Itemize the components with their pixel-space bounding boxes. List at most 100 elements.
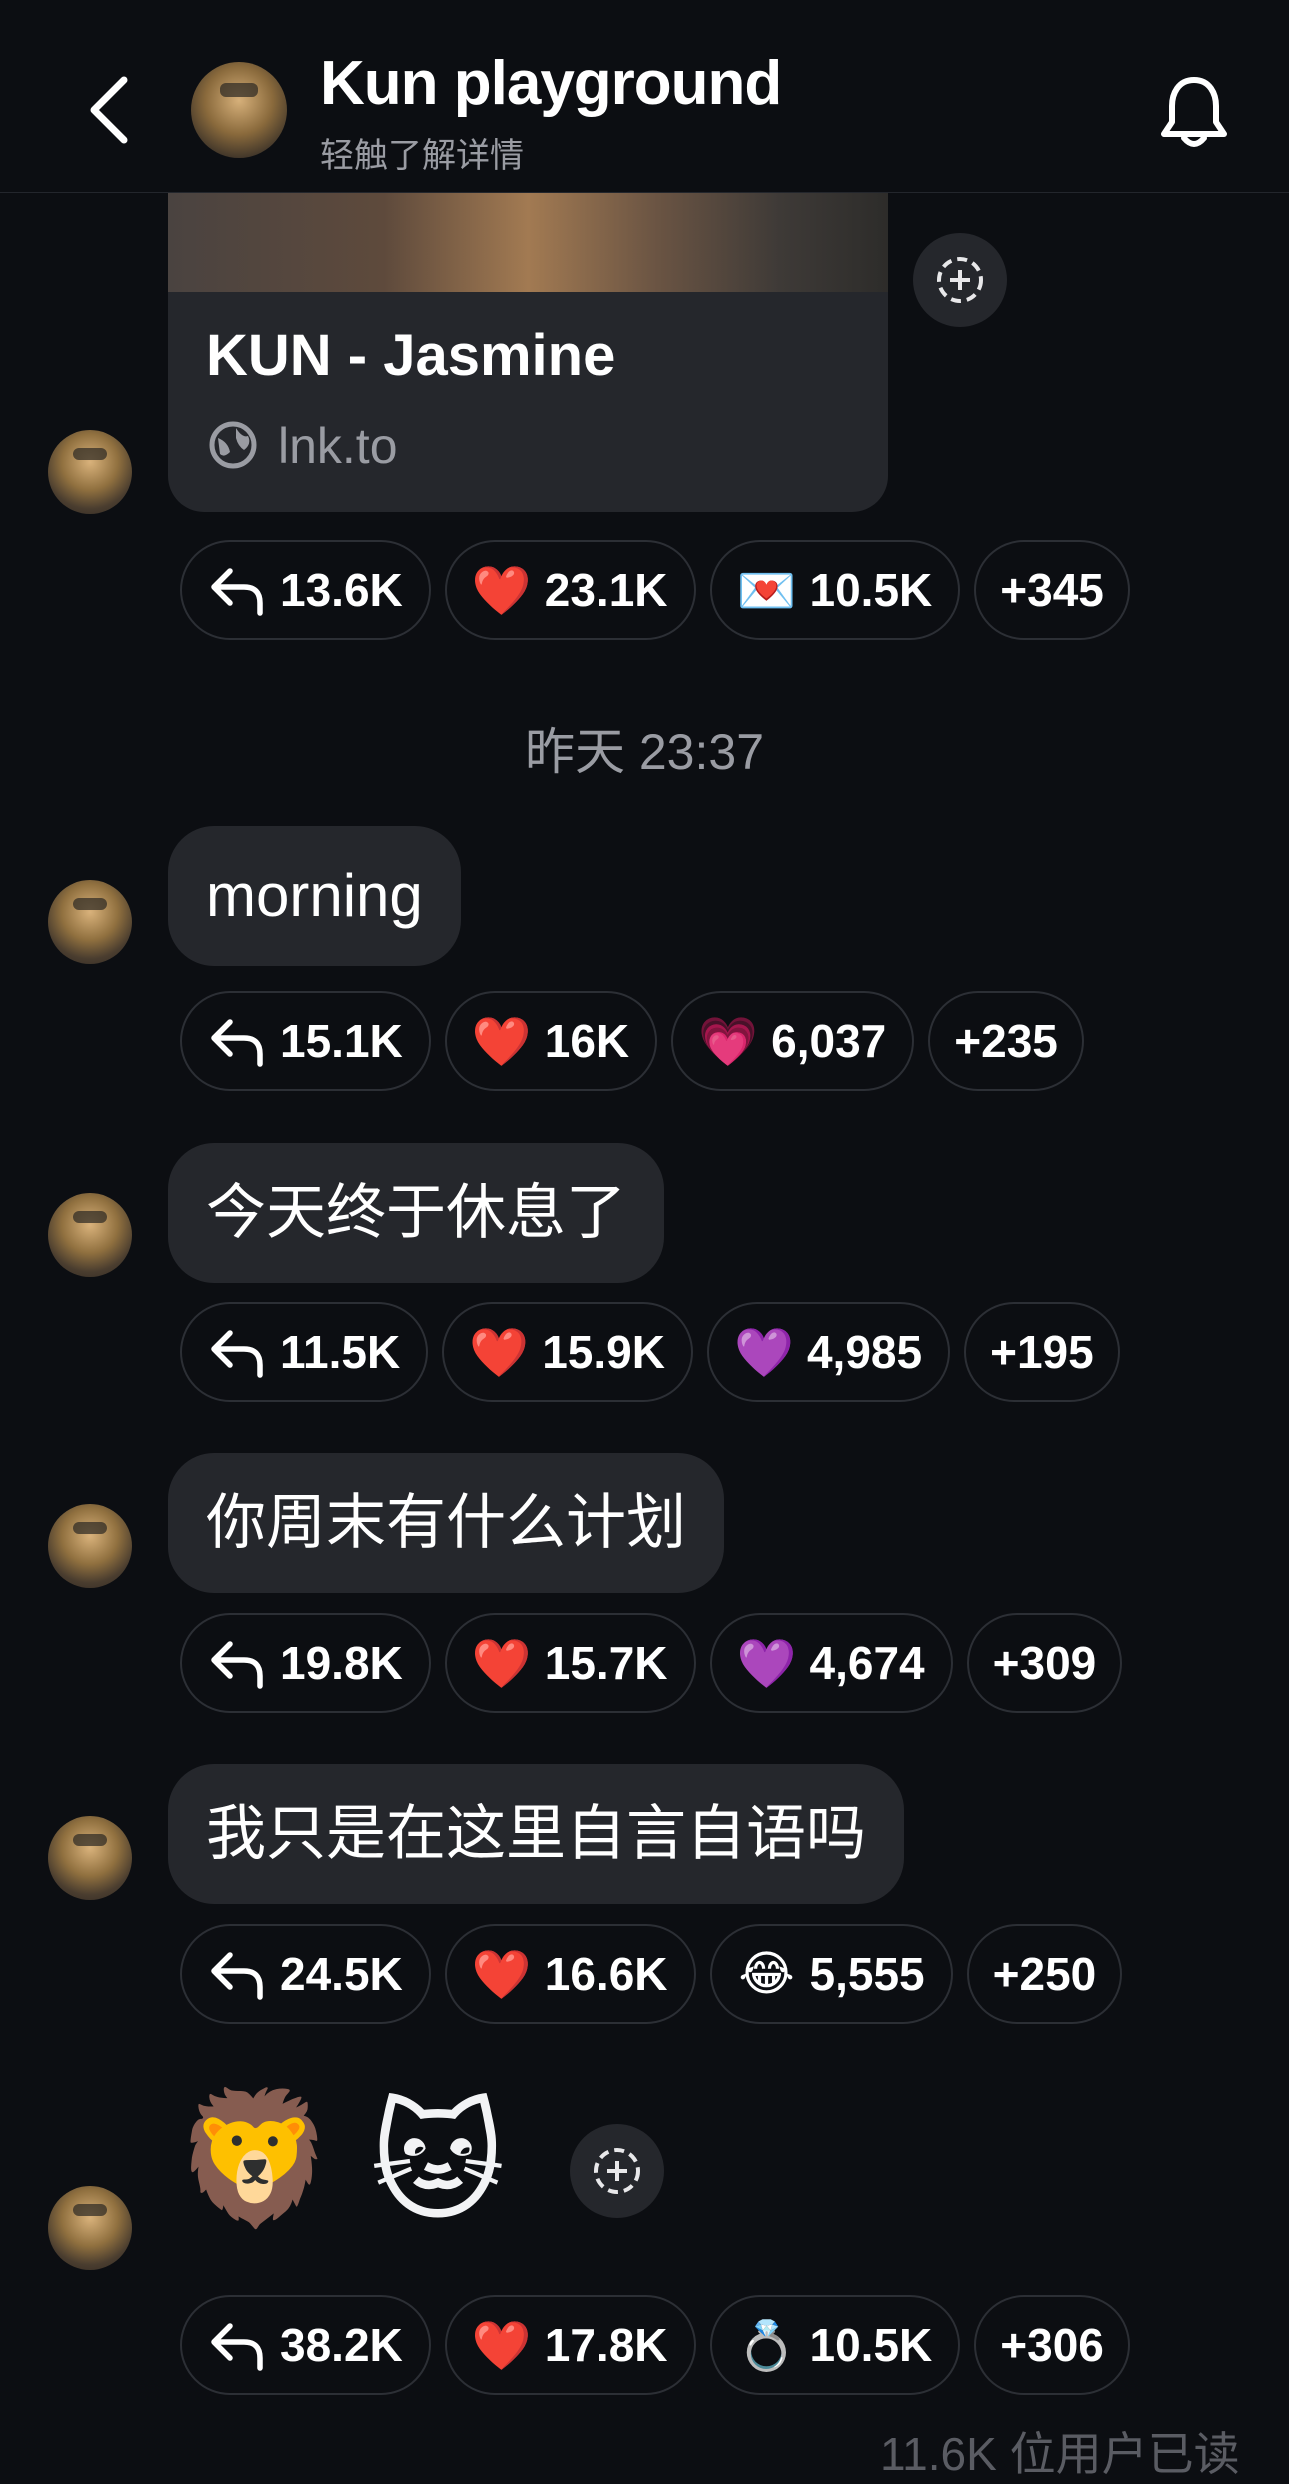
reply-count: 15.1K [280,1015,403,1067]
heart-reaction-chip[interactable]: ❤️ 17.8K [444,2295,696,2395]
heart-icon: ❤️ [469,1326,530,1380]
bell-icon [1161,77,1227,147]
reply-icon [211,568,263,616]
message-bubble[interactable]: 我只是在这里自言自语吗 [168,1764,904,1904]
link-domain: lnk.to [278,418,398,474]
more-reactions-chip[interactable]: +345 [974,540,1130,640]
heart-icon: ❤️ [471,1015,532,1069]
reply-count-chip[interactable]: 15.1K [180,991,431,1091]
more-reactions-chip[interactable]: +309 [966,1613,1123,1713]
emoji-reaction-chip[interactable]: 💍 10.5K [709,2295,961,2395]
reply-icon [211,1330,263,1378]
emoji-reaction-chip[interactable]: 💜 4,674 [709,1613,953,1713]
more-reactions-count: +345 [1000,564,1104,616]
purple-heart-icon: 💜 [736,1637,797,1691]
message-bubble[interactable]: 你周末有什么计划 [168,1453,724,1593]
reply-count-chip[interactable]: 11.5K [180,1302,429,1402]
reaction-row: 11.5K ❤️ 15.9K 💜 4,985 +195 [180,1302,1120,1402]
emoji-reaction-chip[interactable]: 💗 6,037 [671,991,915,1091]
sender-avatar[interactable] [48,880,132,964]
reply-icon [211,1641,263,1689]
reply-count: 13.6K [280,564,403,616]
more-reactions-chip[interactable]: +250 [966,1924,1123,2024]
more-reactions-count: +309 [992,1637,1097,1689]
laughing-tears-icon: 😂 [738,1948,795,2001]
heart-reaction-chip[interactable]: ❤️ 15.7K [444,1613,696,1713]
emoji-reaction-chip[interactable]: 😂 5,555 [709,1924,953,2024]
emoji-reaction-count: 4,674 [809,1637,925,1689]
ring-icon: 💍 [736,2319,797,2373]
more-reactions-chip[interactable]: +235 [928,991,1084,1091]
reply-icon [211,2323,263,2371]
message-bubble[interactable]: 今天终于休息了 [168,1143,664,1283]
heart-count: 15.7K [544,1637,668,1689]
add-reaction-button[interactable] [570,2124,664,2218]
more-reactions-count: +250 [992,1948,1097,2000]
heart-reaction-chip[interactable]: ❤️ 16.6K [444,1924,696,2024]
globe-icon [209,421,257,469]
channel-title[interactable]: Kun playground [320,48,782,119]
notification-button[interactable] [1158,72,1230,152]
reply-count: 24.5K [280,1948,403,2000]
heart-icon: ❤️ [471,1637,532,1691]
reply-icon [211,1952,263,2000]
message-bubble[interactable]: morning [168,826,461,966]
reaction-row: 19.8K ❤️ 15.7K 💜 4,674 +309 [180,1613,1123,1713]
sender-avatar[interactable] [48,1816,132,1900]
sparkling-heart-icon: 💗 [698,1015,759,1069]
love-letter-icon: 💌 [736,564,797,618]
channel-subtitle[interactable]: 轻触了解详情 [320,128,524,177]
reaction-row: 38.2K ❤️ 17.8K 💍 10.5K +306 [180,2295,1130,2395]
purple-heart-icon: 💜 [734,1326,794,1380]
more-reactions-count: +235 [954,1015,1058,1067]
reply-count: 11.5K [280,1326,401,1378]
channel-avatar[interactable] [191,62,287,158]
heart-count: 16.6K [544,1948,668,2000]
link-preview-image [168,192,888,292]
heart-count: 15.9K [542,1326,665,1378]
heart-icon: ❤️ [471,1948,532,2002]
reply-count-chip[interactable]: 38.2K [180,2295,431,2395]
link-preview-card[interactable]: KUN - Jasmine lnk.to [168,192,888,512]
more-reactions-count: +195 [990,1326,1094,1378]
emoji-reaction-chip[interactable]: 💌 10.5K [709,540,961,640]
reply-count-chip[interactable]: 24.5K [180,1924,431,2024]
date-separator: 昨天 23:37 [524,724,764,780]
add-reaction-button[interactable] [913,233,1007,327]
heart-icon: ❤️ [471,2319,532,2373]
lion-emoji[interactable]: 🦁 [174,2093,336,2223]
emoji-reaction-count: 10.5K [809,564,933,616]
sender-avatar[interactable] [48,1193,132,1277]
heart-count: 16K [544,1015,630,1067]
link-title: KUN - Jasmine [206,323,616,388]
heart-count: 17.8K [544,2319,668,2371]
reply-icon [211,1019,263,1067]
emoji-reaction-count: 6,037 [771,1015,887,1067]
cat-emoji[interactable]: 🐱 [370,2098,506,2228]
heart-icon: ❤️ [471,564,532,618]
more-reactions-chip[interactable]: +306 [974,2295,1130,2395]
emoji-reaction-count: 5,555 [809,1948,925,2000]
add-reaction-icon [594,2148,640,2194]
more-reactions-chip[interactable]: +195 [964,1302,1120,1402]
chat-header: Kun playground 轻触了解详情 [0,0,1289,193]
reply-count: 19.8K [280,1637,403,1689]
heart-reaction-chip[interactable]: ❤️ 16K [444,991,658,1091]
sender-avatar[interactable] [48,2186,132,2270]
reaction-row: 24.5K ❤️ 16.6K 😂 5,555 +250 [180,1924,1123,2024]
more-reactions-count: +306 [1000,2319,1104,2371]
sender-avatar[interactable] [48,430,132,514]
emoji-reaction-count: 10.5K [809,2319,933,2371]
read-receipt: 11.6K 位用户已读 [880,2428,1240,2480]
back-button[interactable] [80,70,140,150]
reply-count: 38.2K [280,2319,403,2371]
sender-avatar[interactable] [48,1504,132,1588]
reaction-row: 13.6K ❤️ 23.1K 💌 10.5K +345 [180,540,1130,640]
reply-count-chip[interactable]: 19.8K [180,1613,431,1713]
reply-count-chip[interactable]: 13.6K [180,540,431,640]
heart-reaction-chip[interactable]: ❤️ 23.1K [444,540,696,640]
chevron-left-icon [90,76,128,144]
heart-reaction-chip[interactable]: ❤️ 15.9K [442,1302,693,1402]
reaction-row: 15.1K ❤️ 16K 💗 6,037 +235 [180,991,1084,1091]
emoji-reaction-chip[interactable]: 💜 4,985 [706,1302,951,1402]
